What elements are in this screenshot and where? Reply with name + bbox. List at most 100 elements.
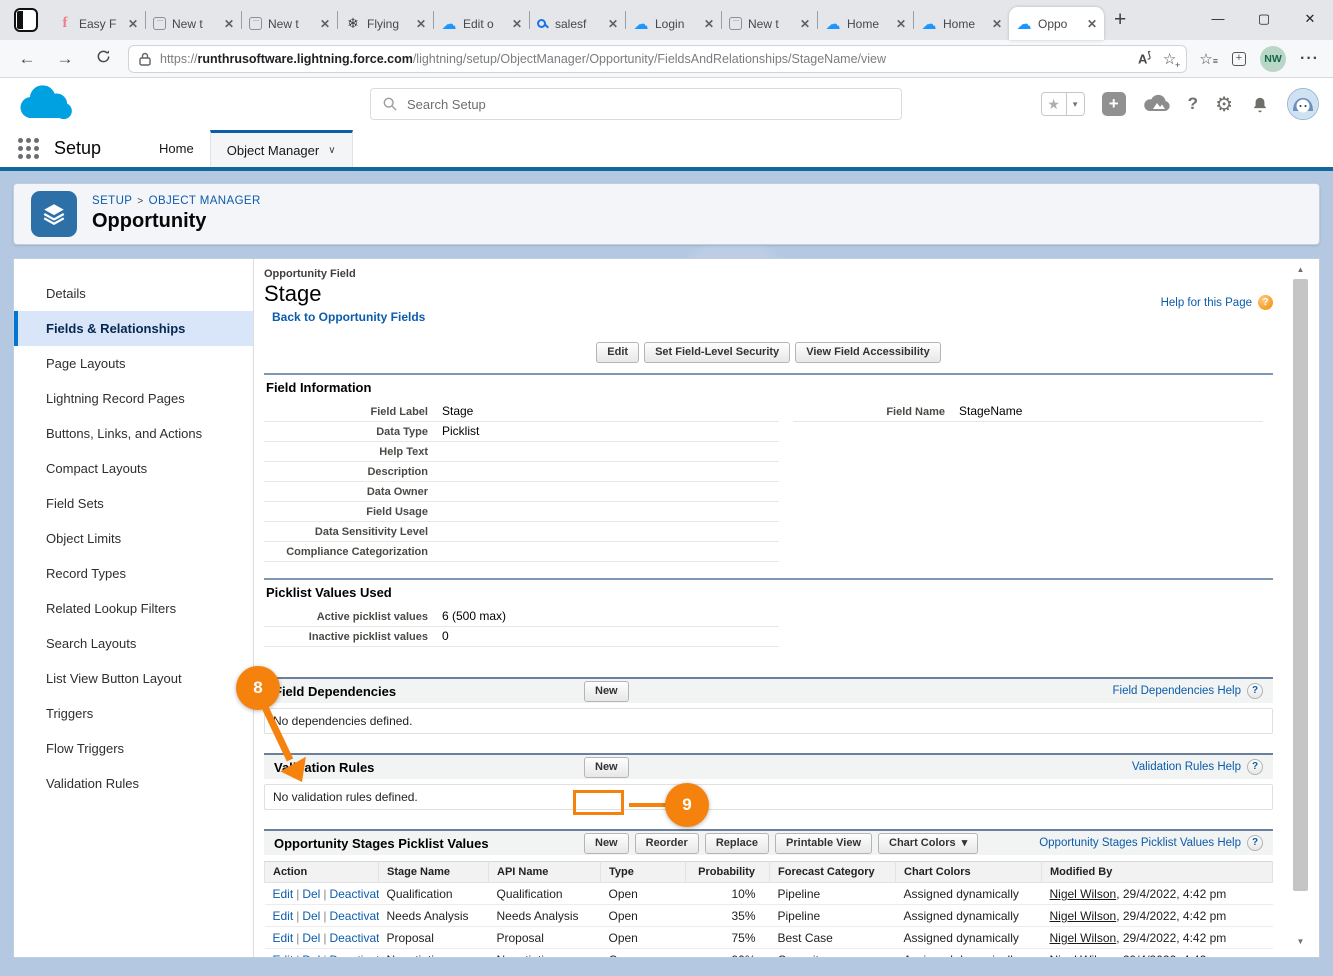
browser-tab-oppo-10[interactable]: ☁Oppo✕ xyxy=(1009,7,1104,40)
help-for-page-icon[interactable]: ? xyxy=(1258,295,1273,310)
modified-by-link[interactable]: Nigel Wilson xyxy=(1050,931,1117,945)
bell-icon[interactable] xyxy=(1250,93,1270,115)
setup-tab-object-manager[interactable]: Object Manager∨ xyxy=(210,130,353,167)
deactivate-link[interactable]: Deactivate xyxy=(329,953,378,958)
scrollbar-thumb[interactable] xyxy=(1293,279,1308,891)
favorites-icon[interactable]: ☆≡ xyxy=(1199,50,1218,68)
sidebar-item-field-sets[interactable]: Field Sets xyxy=(14,486,253,521)
modified-by-link[interactable]: Nigel Wilson xyxy=(1050,887,1117,901)
breadcrumb-setup-link[interactable]: SETUP xyxy=(92,195,132,207)
browser-profile-avatar[interactable]: NW xyxy=(1260,46,1286,72)
browser-tab-home-8[interactable]: ☁Home✕ xyxy=(818,7,913,40)
sidebar-item-details[interactable]: Details xyxy=(14,276,253,311)
sidebar-item-record-types[interactable]: Record Types xyxy=(14,556,253,591)
setup-tab-home[interactable]: Home xyxy=(143,130,210,167)
sidebar-item-lightning-record-pages[interactable]: Lightning Record Pages xyxy=(14,381,253,416)
collections-icon[interactable]: + xyxy=(1232,52,1246,66)
edit-link[interactable]: Edit xyxy=(273,887,294,901)
view-field-accessibility-button[interactable]: View Field Accessibility xyxy=(795,342,941,363)
sidebar-item-flow-triggers[interactable]: Flow Triggers xyxy=(14,731,253,766)
modified-by-link[interactable]: Nigel Wilson xyxy=(1050,909,1117,923)
tab-close-icon[interactable]: ✕ xyxy=(800,17,810,31)
field-dependencies-help-icon[interactable]: ? xyxy=(1247,683,1263,699)
forward-button[interactable]: → xyxy=(51,49,79,69)
quick-create-icon[interactable]: + xyxy=(1102,92,1126,116)
browser-tab-new-t-7[interactable]: New t✕ xyxy=(722,7,817,40)
breadcrumb-object-manager-link[interactable]: OBJECT MANAGER xyxy=(149,195,261,207)
sidebar-item-fields-relationships[interactable]: Fields & Relationships xyxy=(14,311,253,346)
sidebar-item-object-limits[interactable]: Object Limits xyxy=(14,521,253,556)
sidebar-item-buttons-links-and-actions[interactable]: Buttons, Links, and Actions xyxy=(14,416,253,451)
sidebar-item-related-lookup-filters[interactable]: Related Lookup Filters xyxy=(14,591,253,626)
validation-rules-help-link[interactable]: Validation Rules Help xyxy=(1132,761,1241,773)
del-link[interactable]: Del xyxy=(302,953,320,958)
sidebar-item-list-view-button-layout[interactable]: List View Button Layout xyxy=(14,661,253,696)
modified-by-link[interactable]: Nigel Wilson xyxy=(1050,953,1117,958)
stages-replace-button[interactable]: Replace xyxy=(705,833,769,854)
scroll-down-icon[interactable]: ▼ xyxy=(1292,935,1309,949)
edit-link[interactable]: Edit xyxy=(273,909,294,923)
tab-close-icon[interactable]: ✕ xyxy=(608,17,618,31)
back-button[interactable]: ← xyxy=(13,49,41,69)
opportunity-stages-help-icon[interactable]: ? xyxy=(1247,835,1263,851)
deactivate-link[interactable]: Deactivate xyxy=(329,909,378,923)
tab-search-icon[interactable] xyxy=(14,8,38,32)
del-link[interactable]: Del xyxy=(302,887,320,901)
help-icon[interactable]: ? xyxy=(1188,94,1198,114)
sidebar-item-search-layouts[interactable]: Search Layouts xyxy=(14,626,253,661)
stages-chart-colors-button[interactable]: Chart Colors ▾ xyxy=(878,833,978,854)
deactivate-link[interactable]: Deactivate xyxy=(329,931,378,945)
tab-close-icon[interactable]: ✕ xyxy=(896,17,906,31)
vertical-scrollbar[interactable]: ▲ ▼ xyxy=(1292,263,1309,949)
del-link[interactable]: Del xyxy=(302,909,320,923)
stages-reorder-button[interactable]: Reorder xyxy=(635,833,699,854)
del-link[interactable]: Del xyxy=(302,931,320,945)
field-dependencies-new-button[interactable]: New xyxy=(584,681,629,702)
sidebar-item-triggers[interactable]: Triggers xyxy=(14,696,253,731)
browser-tab-salesf-5[interactable]: salesf✕ xyxy=(530,7,625,40)
tab-close-icon[interactable]: ✕ xyxy=(1087,17,1097,31)
opportunity-stages-help-link[interactable]: Opportunity Stages Picklist Values Help xyxy=(1039,837,1241,849)
refresh-button[interactable] xyxy=(89,49,117,69)
sidebar-item-compact-layouts[interactable]: Compact Layouts xyxy=(14,451,253,486)
tab-close-icon[interactable]: ✕ xyxy=(992,17,1002,31)
edit-button[interactable]: Edit xyxy=(596,342,639,363)
tab-close-icon[interactable]: ✕ xyxy=(128,17,138,31)
gear-icon[interactable]: ⚙ xyxy=(1215,92,1233,117)
sidebar-item-page-layouts[interactable]: Page Layouts xyxy=(14,346,253,381)
validation-rules-help-icon[interactable]: ? xyxy=(1247,759,1263,775)
sidebar-item-validation-rules[interactable]: Validation Rules xyxy=(14,766,253,801)
deactivate-link[interactable]: Deactivate xyxy=(329,887,378,901)
back-to-fields-link[interactable]: Back to Opportunity Fields xyxy=(272,309,425,325)
user-avatar[interactable] xyxy=(1287,88,1319,120)
validation-rules-new-button[interactable]: New xyxy=(584,757,629,778)
tab-close-icon[interactable]: ✕ xyxy=(224,17,234,31)
favorites-combo-button[interactable]: ★▾ xyxy=(1041,92,1085,116)
stages-printable-view-button[interactable]: Printable View xyxy=(775,833,872,854)
tab-close-icon[interactable]: ✕ xyxy=(704,17,714,31)
edit-link[interactable]: Edit xyxy=(273,953,294,958)
tab-close-icon[interactable]: ✕ xyxy=(416,17,426,31)
browser-tab-home-9[interactable]: ☁Home✕ xyxy=(914,7,1009,40)
stages-new-button[interactable]: New xyxy=(584,833,629,854)
read-aloud-icon[interactable]: A⟆ xyxy=(1138,50,1151,66)
minimize-button[interactable]: — xyxy=(1195,0,1241,38)
close-button[interactable]: ✕ xyxy=(1287,0,1333,38)
new-tab-button[interactable]: + xyxy=(1114,10,1126,30)
set-field-level-security-button[interactable]: Set Field-Level Security xyxy=(644,342,790,363)
browser-tab-flying-3[interactable]: ❄Flying✕ xyxy=(338,7,433,40)
browser-menu-icon[interactable]: ··· xyxy=(1300,50,1319,68)
browser-tab-login-6[interactable]: ☁Login✕ xyxy=(626,7,721,40)
browser-tab-new-t-1[interactable]: New t✕ xyxy=(146,7,241,40)
browser-tab-easy-f-0[interactable]: fEasy F✕ xyxy=(50,7,145,40)
app-launcher-icon[interactable] xyxy=(18,138,40,160)
help-for-page-link[interactable]: Help for this Page xyxy=(1161,297,1252,309)
maximize-button[interactable]: ▢ xyxy=(1241,0,1287,38)
tab-close-icon[interactable]: ✕ xyxy=(320,17,330,31)
browser-tab-edit-o-4[interactable]: ☁Edit o✕ xyxy=(434,7,529,40)
field-dependencies-help-link[interactable]: Field Dependencies Help xyxy=(1113,685,1242,697)
setup-search-input[interactable]: Search Setup xyxy=(370,88,902,120)
scroll-up-icon[interactable]: ▲ xyxy=(1292,263,1309,277)
add-favorite-icon[interactable]: ☆ xyxy=(1163,50,1176,68)
browser-tab-new-t-2[interactable]: New t✕ xyxy=(242,7,337,40)
